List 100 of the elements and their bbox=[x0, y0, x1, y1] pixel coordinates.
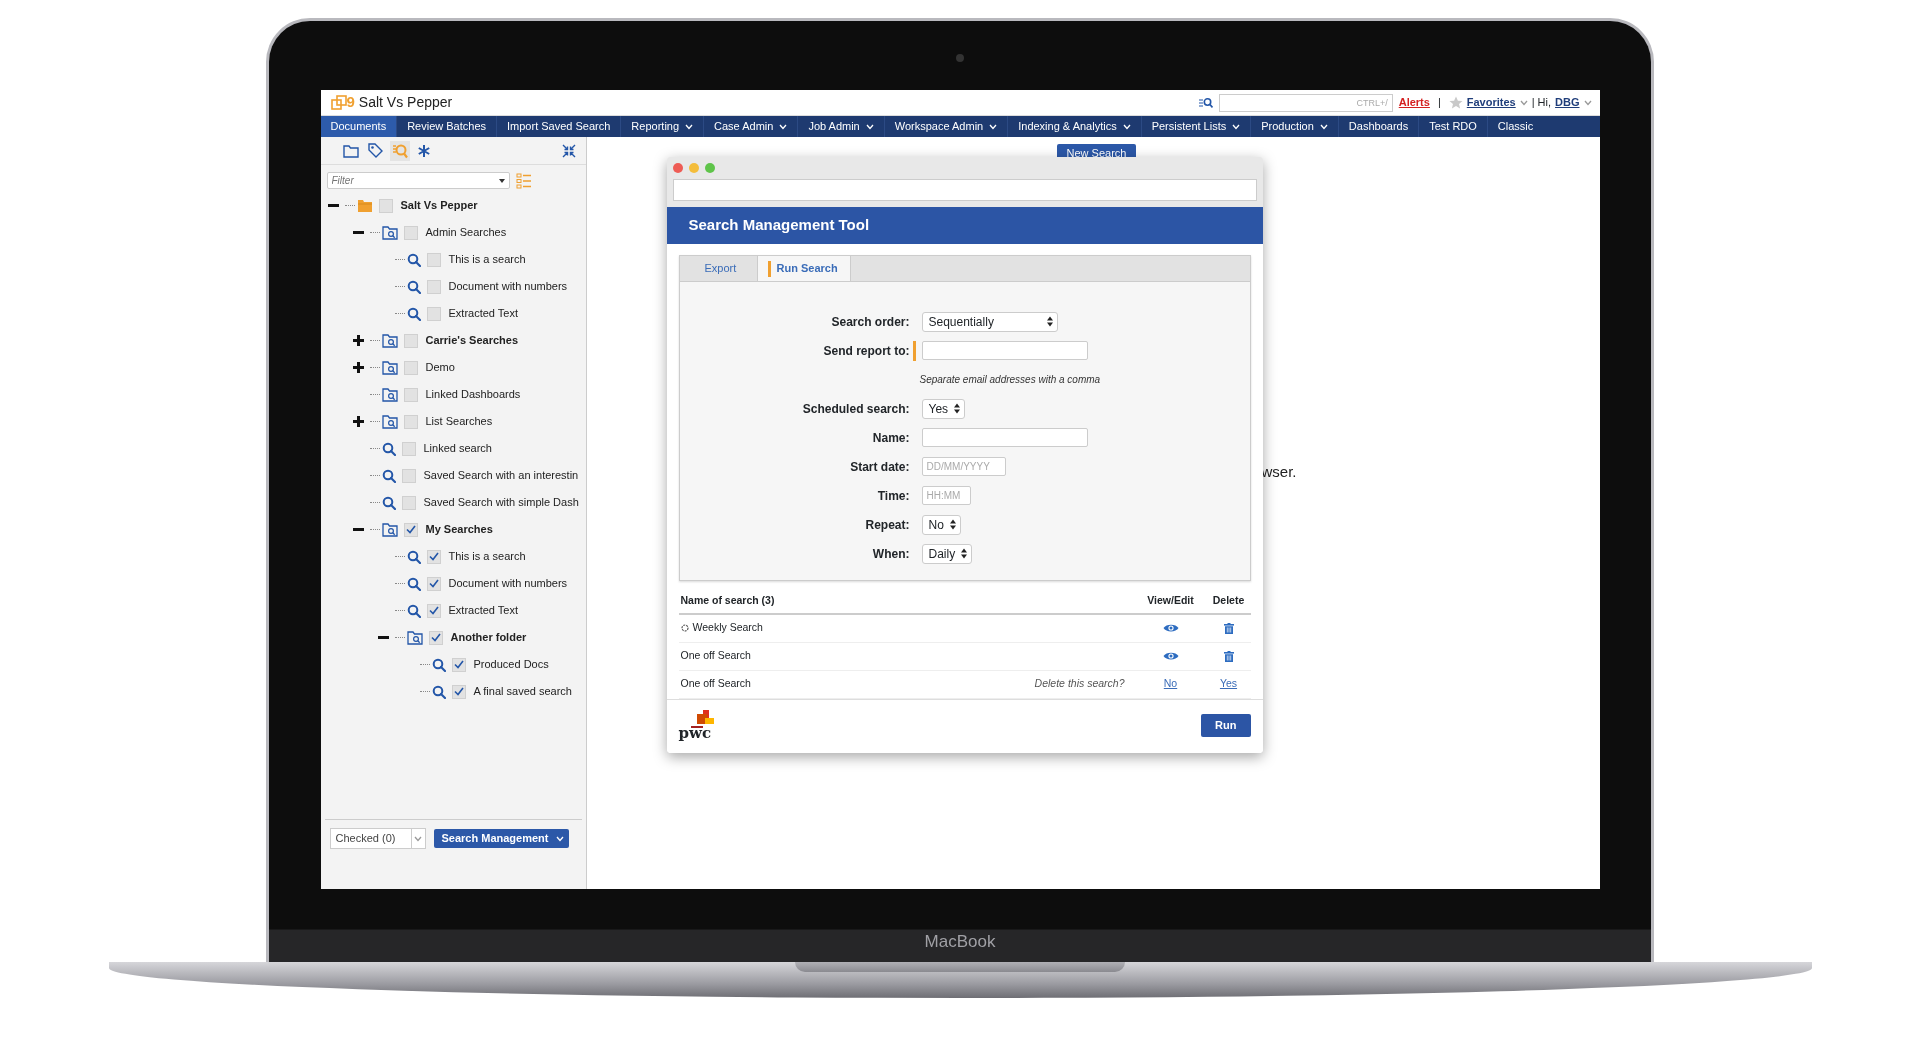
tree-item[interactable]: My Searches bbox=[320, 516, 586, 543]
view-button[interactable] bbox=[1162, 651, 1179, 662]
checkbox[interactable] bbox=[401, 441, 416, 456]
tree-item[interactable]: Saved Search with an interestin bbox=[320, 462, 586, 489]
star-icon bbox=[1448, 96, 1463, 109]
tree-item-label: Salt Vs Pepper bbox=[400, 198, 478, 214]
select-field[interactable]: No bbox=[921, 514, 961, 535]
checkbox[interactable] bbox=[378, 198, 393, 213]
tree-item[interactable]: This is a search bbox=[320, 246, 586, 273]
collapse-toggle-icon[interactable] bbox=[353, 231, 364, 234]
tree-item-label: Another folder bbox=[450, 630, 527, 646]
tag-button[interactable] bbox=[365, 141, 385, 160]
search-management-button[interactable]: Search Management bbox=[433, 829, 570, 848]
nav-tab[interactable]: Persistent Lists bbox=[1141, 116, 1252, 137]
nav-tab[interactable]: Indexing & Analytics bbox=[1008, 116, 1142, 137]
input-field[interactable] bbox=[921, 428, 1088, 447]
alerts-link[interactable]: Alerts bbox=[1398, 94, 1430, 111]
checkbox[interactable] bbox=[401, 468, 416, 483]
yes-link[interactable]: Yes bbox=[1219, 676, 1238, 693]
collapse-toggle-icon[interactable] bbox=[353, 528, 364, 531]
search-icon[interactable] bbox=[1198, 96, 1213, 109]
filter-field[interactable]: Filter bbox=[326, 172, 510, 189]
address-bar[interactable] bbox=[672, 179, 1257, 201]
tree-item[interactable]: Linked Dashboards bbox=[320, 381, 586, 408]
run-button[interactable]: Run bbox=[1201, 714, 1251, 737]
select-field[interactable]: Sequentially bbox=[921, 311, 1058, 332]
tree-item[interactable]: This is a search bbox=[320, 543, 586, 570]
nav-tab[interactable]: Test RDO bbox=[1419, 116, 1488, 137]
tree-item[interactable]: List Searches bbox=[320, 408, 586, 435]
tree-item[interactable]: Document with numbers bbox=[320, 570, 586, 597]
delete-button[interactable] bbox=[1223, 650, 1234, 662]
checkbox[interactable] bbox=[403, 387, 418, 402]
search-icon bbox=[381, 441, 396, 456]
checkbox[interactable] bbox=[426, 279, 441, 294]
tree-item[interactable]: Extracted Text bbox=[320, 597, 586, 624]
no-link[interactable]: No bbox=[1163, 676, 1178, 693]
tree-item[interactable]: Extracted Text bbox=[320, 300, 586, 327]
checkbox[interactable] bbox=[426, 306, 441, 321]
select-field[interactable]: Yes bbox=[921, 398, 966, 419]
nav-tab[interactable]: Production bbox=[1251, 116, 1339, 137]
checkbox[interactable] bbox=[451, 684, 466, 699]
collapse-toggle-icon[interactable] bbox=[328, 204, 339, 207]
nav-tab[interactable]: Classic bbox=[1487, 116, 1536, 137]
checkbox[interactable] bbox=[403, 225, 418, 240]
checked-select[interactable]: Checked (0) bbox=[329, 828, 426, 849]
tree-item[interactable]: Document with numbers bbox=[320, 273, 586, 300]
laptop-brand: MacBook bbox=[924, 930, 996, 953]
search-icon bbox=[406, 549, 421, 564]
column-header: Delete bbox=[1212, 593, 1245, 608]
filter-input[interactable]: Filter bbox=[331, 173, 482, 188]
eye-icon bbox=[1162, 623, 1179, 634]
expand-toggle-icon[interactable] bbox=[353, 362, 364, 373]
checkbox[interactable] bbox=[403, 522, 418, 537]
minimize-button[interactable] bbox=[688, 163, 699, 173]
tree-item[interactable]: Carrie's Searches bbox=[320, 327, 586, 354]
checkbox[interactable] bbox=[426, 549, 441, 564]
tree-item[interactable]: Demo bbox=[320, 354, 586, 381]
tree-item[interactable]: A final saved search bbox=[320, 678, 586, 705]
tree-item[interactable]: Another folder bbox=[320, 624, 586, 651]
tree-item-label: Document with numbers bbox=[448, 279, 568, 295]
tree-item-label: Saved Search with an interestin bbox=[423, 468, 579, 484]
checkbox[interactable] bbox=[451, 657, 466, 672]
list-icon[interactable] bbox=[515, 172, 532, 189]
expand-toggle-icon[interactable] bbox=[353, 335, 364, 346]
tree-item[interactable]: Produced Docs bbox=[320, 651, 586, 678]
tree-item[interactable]: Salt Vs Pepper bbox=[320, 192, 586, 219]
nav-tab[interactable]: Documents bbox=[320, 116, 398, 137]
checkbox[interactable] bbox=[403, 333, 418, 348]
checkbox[interactable] bbox=[426, 576, 441, 591]
input-field[interactable]: HH:MM bbox=[921, 486, 971, 505]
nav-tab[interactable]: Reporting bbox=[621, 116, 705, 137]
checkbox[interactable] bbox=[426, 252, 441, 267]
collapse-toggle-icon[interactable] bbox=[378, 636, 389, 639]
nav-tab[interactable]: Dashboards bbox=[1338, 116, 1420, 137]
favorites-menu[interactable]: Favorites bbox=[1466, 94, 1528, 111]
maximize-button[interactable] bbox=[704, 163, 715, 173]
tab[interactable]: Export bbox=[679, 256, 758, 281]
delete-button[interactable] bbox=[1223, 622, 1234, 634]
close-button[interactable] bbox=[672, 163, 683, 173]
search-icon bbox=[406, 306, 421, 321]
view-button[interactable] bbox=[1162, 623, 1179, 634]
tab[interactable]: Run Search bbox=[757, 256, 851, 281]
tree-item[interactable]: Linked search bbox=[320, 435, 586, 462]
nav-tab[interactable]: Job Admin bbox=[798, 116, 885, 137]
nav-tab[interactable]: Case Admin bbox=[704, 116, 799, 137]
nav-tab[interactable]: Workspace Admin bbox=[884, 116, 1009, 137]
input-field[interactable] bbox=[921, 341, 1088, 360]
checkbox[interactable] bbox=[401, 495, 416, 510]
expand-toggle-icon[interactable] bbox=[353, 416, 364, 427]
checkbox[interactable] bbox=[428, 630, 443, 645]
checkbox[interactable] bbox=[403, 360, 418, 375]
checkbox[interactable] bbox=[426, 603, 441, 618]
select-field[interactable]: Daily bbox=[921, 543, 973, 564]
tree-item[interactable]: Saved Search with simple Dash bbox=[320, 489, 586, 516]
tree-item[interactable]: Admin Searches bbox=[320, 219, 586, 246]
tree-item-label: Saved Search with simple Dash bbox=[423, 495, 579, 511]
checkbox[interactable] bbox=[403, 414, 418, 429]
user-menu[interactable]: DBG bbox=[1555, 94, 1592, 111]
input-field[interactable]: DD/MM/YYYY bbox=[921, 457, 1006, 476]
search-field[interactable]: CTRL+/ bbox=[1218, 93, 1393, 112]
